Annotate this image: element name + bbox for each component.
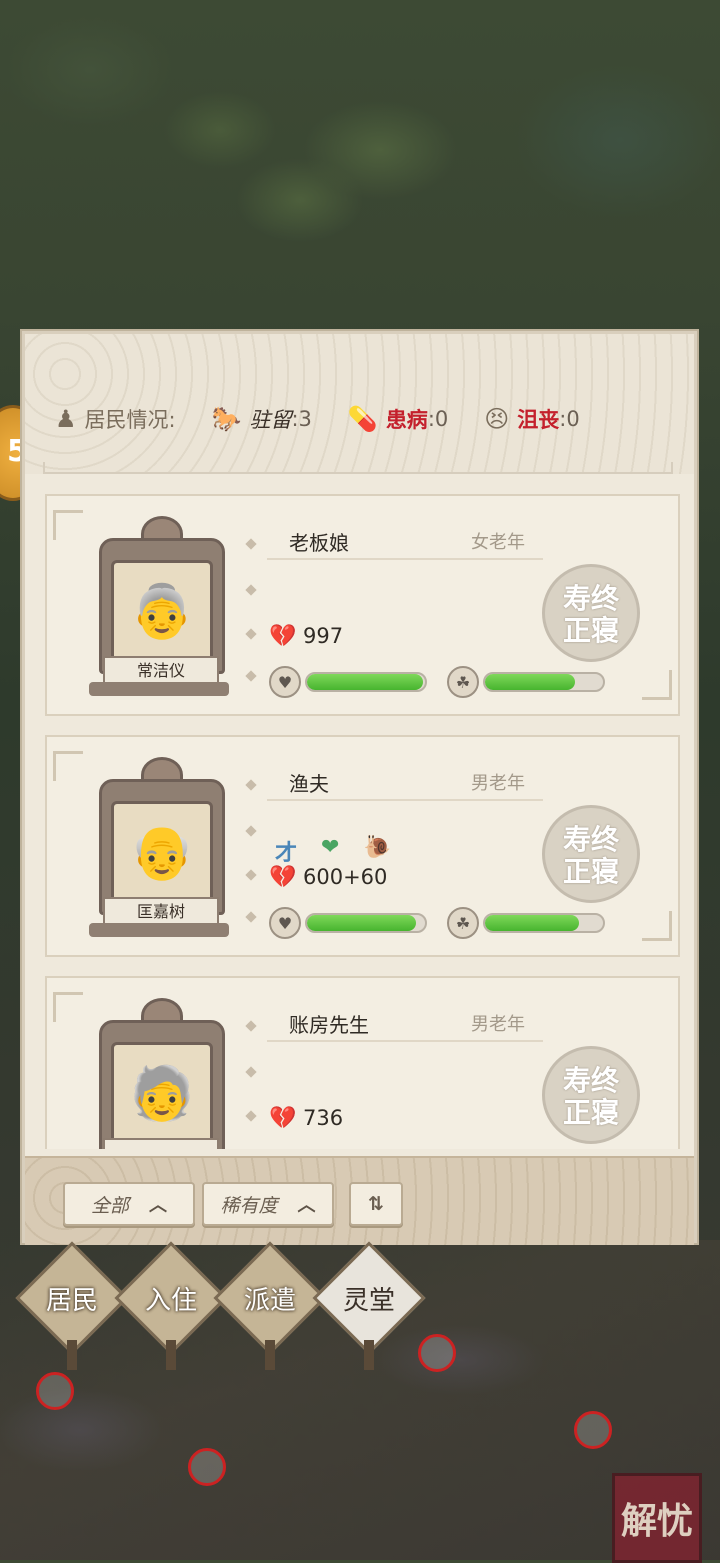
job-title: 账房先生	[289, 1012, 369, 1037]
relieve-worry-button[interactable]: 解忧	[612, 1473, 702, 1563]
sad-face-icon: 😣	[484, 405, 510, 433]
deceased-stamp: 寿终 正寝	[542, 564, 640, 662]
gender-age: 女老年	[471, 532, 525, 553]
no-wine-icon[interactable]	[188, 1448, 226, 1486]
mood-bar	[483, 672, 605, 692]
filter-all-label: 全部	[90, 1194, 129, 1217]
header-divider	[43, 462, 673, 474]
broken-heart-icon: 💔	[269, 624, 297, 649]
mood-bar	[483, 913, 605, 933]
heart-trait-icon[interactable]: ❤	[321, 835, 339, 867]
residents-panel: ♟ 居民情况: 🐎 驻留 :3 💊 患病 :0 😣 沮丧 :0 👵 常洁仪 老板…	[22, 331, 697, 1245]
portrait-frame: 🧓	[89, 998, 229, 1149]
resident-card[interactable]: 🧓 账房先生 男老年 💔 736 寿终 正寝	[45, 976, 680, 1149]
broken-heart-icon: 💔	[269, 1106, 297, 1131]
filter-all-button[interactable]: 全部 ︿	[63, 1182, 195, 1226]
heart-icon: ♥	[269, 666, 301, 698]
power-value: 736	[303, 1106, 344, 1130]
sick-label: 患病	[385, 408, 428, 432]
power-row: 💔 600+60	[269, 865, 388, 890]
filter-rarity-label: 稀有度	[220, 1194, 278, 1217]
portrait-frame: 👴 匡嘉树	[89, 757, 229, 937]
tab-dispatch-label: 派遣	[243, 1286, 296, 1316]
portrait-image: 👵	[111, 560, 213, 662]
power-value: 600+60	[303, 865, 388, 889]
chevron-up-icon: ︿	[149, 1195, 167, 1216]
portrait-image: 🧓	[111, 1042, 213, 1144]
tab-residents-label: 居民	[45, 1286, 98, 1316]
job-title: 老板娘	[289, 530, 349, 555]
resident-list[interactable]: 👵 常洁仪 老板娘 女老年 💔 997 ♥ ☘ 寿终 正寝 👴 匡嘉树 渔夫 男…	[45, 494, 680, 1149]
mood-icon: ☘	[447, 666, 479, 698]
resident-card[interactable]: 👴 匡嘉树 渔夫 男老年 才 ❤ 🐌 💔 600+60 ♥ ☘ 寿终 正寝	[45, 735, 680, 957]
resident-card[interactable]: 👵 常洁仪 老板娘 女老年 💔 997 ♥ ☘ 寿终 正寝	[45, 494, 680, 716]
resident-name	[103, 1138, 219, 1149]
deceased-stamp: 寿终 正寝	[542, 805, 640, 903]
trait-icons: 才 ❤ 🐌	[275, 835, 391, 867]
filter-bar: 全部 ︿ 稀有度 ︿ ⇅	[25, 1156, 694, 1245]
mood-icon: ☘	[447, 907, 479, 939]
depressed-label: 沮丧	[517, 408, 560, 432]
power-value: 997	[303, 624, 344, 648]
gender-age: 男老年	[471, 773, 525, 794]
person-icon: ♟	[55, 405, 77, 433]
chevron-up-icon: ︿	[297, 1195, 316, 1216]
health-bar	[305, 672, 427, 692]
portrait-frame: 👵 常洁仪	[89, 516, 229, 696]
forest-background	[0, 0, 720, 340]
talent-trait-icon[interactable]: 才	[275, 835, 297, 867]
status-bars: ♥ ☘	[269, 907, 625, 939]
sick-value: :0	[427, 407, 449, 431]
snail-trait-icon[interactable]: 🐌	[363, 835, 390, 867]
sort-button[interactable]: ⇅	[349, 1182, 403, 1226]
residents-label: 居民情况:	[84, 408, 176, 432]
portrait-image: 👴	[111, 801, 213, 903]
sort-icon: ⇅	[368, 1193, 384, 1215]
job-row: 渔夫 男老年	[267, 765, 543, 801]
depressed-value: :0	[559, 407, 580, 431]
gender-age: 男老年	[471, 1014, 525, 1035]
tab-memorial-hall-label: 灵堂	[342, 1286, 395, 1316]
filter-rarity-button[interactable]: 稀有度 ︿	[202, 1182, 334, 1226]
power-row: 💔 736	[269, 1106, 344, 1131]
stay-value: :3	[291, 407, 312, 431]
no-wine-icon[interactable]	[418, 1334, 456, 1372]
health-bar	[305, 913, 427, 933]
stay-label: 驻留	[249, 408, 292, 432]
tab-checkin-label: 入住	[144, 1286, 197, 1316]
pill-icon: 💊	[347, 405, 378, 433]
deceased-stamp: 寿终 正寝	[542, 1046, 640, 1144]
power-row: 💔 997	[269, 624, 344, 649]
heart-icon: ♥	[269, 907, 301, 939]
resident-status-row: ♟ 居民情况: 🐎 驻留 :3 💊 患病 :0 😣 沮丧 :0	[55, 389, 675, 449]
no-wine-icon[interactable]	[574, 1411, 612, 1449]
horse-icon: 🐎	[211, 405, 242, 433]
job-row: 老板娘 女老年	[267, 524, 543, 560]
panel-header: ♟ 居民情况: 🐎 驻留 :3 💊 患病 :0 😣 沮丧 :0	[25, 334, 694, 474]
job-row: 账房先生 男老年	[267, 1006, 543, 1042]
no-wine-icon[interactable]	[36, 1372, 74, 1410]
broken-heart-icon: 💔	[269, 865, 297, 890]
status-bars: ♥ ☘	[269, 666, 625, 698]
job-title: 渔夫	[289, 771, 329, 796]
